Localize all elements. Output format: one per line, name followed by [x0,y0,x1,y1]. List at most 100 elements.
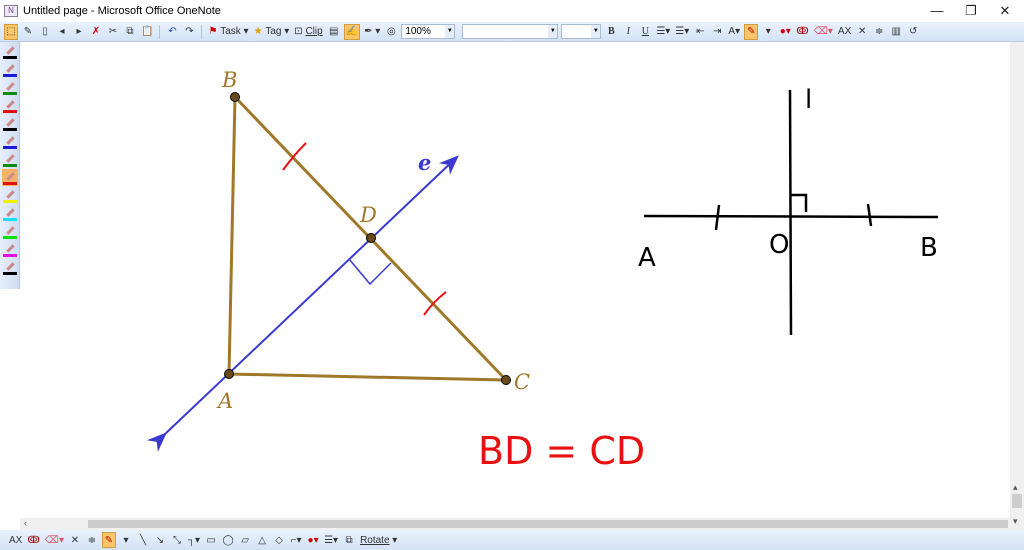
scroll-thumb[interactable] [1012,494,1022,508]
task-button[interactable]: ⚑ Task ▾ [207,24,249,40]
scroll-down-icon[interactable]: ▾ [1013,516,1018,527]
lasso-icon[interactable]: ↂ [26,532,40,548]
chevron-down-icon[interactable]: ▾ [119,532,133,548]
pen-icon [6,244,15,253]
eraser-icon[interactable]: ⌫▾ [44,532,65,548]
tick-mark [866,203,873,227]
chevron-down-icon[interactable]: ▼ [548,25,558,38]
scroll-up-icon[interactable]: ▴ [1013,482,1018,493]
eraser-icon[interactable]: ⌫▾ [813,24,834,40]
rotate-icon[interactable]: ↺ [906,24,920,40]
pen-color-bar [3,56,17,59]
pen-icon[interactable]: ✒ ▾ [363,24,381,40]
pen-color-icon[interactable]: ✎ [744,23,759,40]
pen-swatch[interactable] [2,133,18,150]
diamond-tool-icon[interactable]: ◇ [272,532,286,548]
color-picker-icon[interactable]: ●▾ [778,24,792,40]
numbering-icon[interactable]: ☰▾ [674,24,690,40]
ellipse-tool-icon[interactable]: ◯ [221,532,235,548]
insert-space-icon[interactable]: ≑ [85,532,99,548]
redo-icon[interactable]: ↷ [182,24,196,40]
pin-icon[interactable]: ✎ [21,24,35,40]
lasso-icon[interactable]: ↂ [795,24,809,40]
pen-swatch[interactable] [2,205,18,222]
scroll-thumb[interactable] [88,520,1008,528]
copy-icon[interactable]: ⧉ [123,24,137,40]
page-list-icon[interactable]: ▤ [327,24,341,40]
line-tool-icon[interactable]: ╲ [136,532,150,548]
cut-icon[interactable]: ✂ [106,24,120,40]
pen-swatch[interactable] [2,79,18,96]
pen-mode-icon[interactable]: ✍ [343,23,361,40]
tag-button[interactable]: ★ Tag ▾ [253,24,291,40]
pen-icon [6,136,15,145]
separator [159,24,161,39]
color-picker-icon[interactable]: ●▾ [306,532,320,548]
pen-color-bar [3,92,17,95]
pen-icon [6,64,15,73]
font-select[interactable]: ▼ [462,24,559,39]
minimize-button[interactable]: — [920,0,954,22]
perpendicular-bisector-figure [643,89,939,336]
clip-button[interactable]: ⊡ Clip [293,24,323,40]
paste-icon[interactable]: 📋 [140,24,154,40]
undo-icon[interactable]: ↶ [165,24,179,40]
pen-swatch[interactable] [2,61,18,78]
page-icon[interactable]: ▥ [889,24,903,40]
pen-swatch[interactable] [2,115,18,132]
restore-button[interactable]: ❐ [954,0,988,22]
rotate-label: Rotate [360,534,390,546]
pen-swatch[interactable] [2,223,18,240]
chevron-down-icon[interactable]: ▼ [445,25,455,38]
vertical-scrollbar[interactable]: ▴ ▾ [1010,42,1024,530]
note-canvas[interactable]: B A C D e BD = CD l A O B [20,42,1010,518]
axes-tool-icon[interactable]: ┐▾ [187,532,201,548]
line-weight-icon[interactable]: ☰▾ [323,532,339,548]
forward-icon[interactable]: ▸ [72,24,86,40]
bullets-icon[interactable]: ☰▾ [655,24,671,40]
parallelogram-tool-icon[interactable]: ▱ [238,532,252,548]
pen-swatch[interactable] [2,259,18,276]
font-size-select[interactable]: ▼ [561,24,602,39]
rectangle-tool-icon[interactable]: ▭ [204,532,218,548]
pen-swatch[interactable] [2,169,18,186]
delete-page-icon[interactable]: ✗ [89,24,103,40]
scroll-left-icon[interactable]: ‹ [24,518,27,528]
star-icon: ★ [253,26,263,37]
horizontal-scrollbar[interactable]: ‹ [20,518,1010,530]
font-color-icon[interactable]: A▾ [727,24,741,40]
rotate-button[interactable]: Rotate ▾ [359,532,398,548]
pen-swatch[interactable] [2,43,18,60]
new-page-icon[interactable]: ▯ [38,24,52,40]
connector-tool-icon[interactable]: ⌐▾ [289,532,303,548]
underline-button[interactable]: U [638,24,652,40]
triangle-tool-icon[interactable]: △ [255,532,269,548]
chevron-down-icon[interactable]: ▼ [591,25,601,38]
bold-button[interactable]: B [604,24,618,40]
research-icon[interactable]: ◎ [384,24,398,40]
arrow-tool-icon[interactable]: ↘ [153,532,167,548]
insert-space-icon[interactable]: ≑ [872,24,886,40]
pen-swatch[interactable] [2,241,18,258]
delete-icon[interactable]: ✕ [855,24,869,40]
pen-swatch[interactable] [2,97,18,114]
italic-button[interactable]: I [621,24,635,40]
decrease-indent-icon[interactable]: ⇤ [693,24,707,40]
increase-indent-icon[interactable]: ⇥ [710,24,724,40]
superscript-icon[interactable]: AX [837,24,852,40]
zoom-select[interactable]: 100% ▼ [401,24,456,39]
zoom-value: 100% [405,26,431,37]
superscript-icon[interactable]: AX [8,532,23,548]
pen-color-icon[interactable]: ✎ [101,532,116,548]
pen-color-bar [3,254,17,257]
delete-icon[interactable]: ✕ [68,532,82,548]
pen-swatch[interactable] [2,151,18,168]
back-icon[interactable]: ◂ [55,24,69,40]
pen-color-bar [3,218,17,221]
pen-swatch[interactable] [2,187,18,204]
close-button[interactable]: ✕ [988,0,1022,22]
arrange-icon[interactable]: ⧉ [342,532,356,548]
chevron-down-icon[interactable]: ▾ [761,24,775,40]
select-tool-icon[interactable]: ⬚ [4,23,18,40]
double-arrow-tool-icon[interactable]: ⤡ [170,532,184,548]
